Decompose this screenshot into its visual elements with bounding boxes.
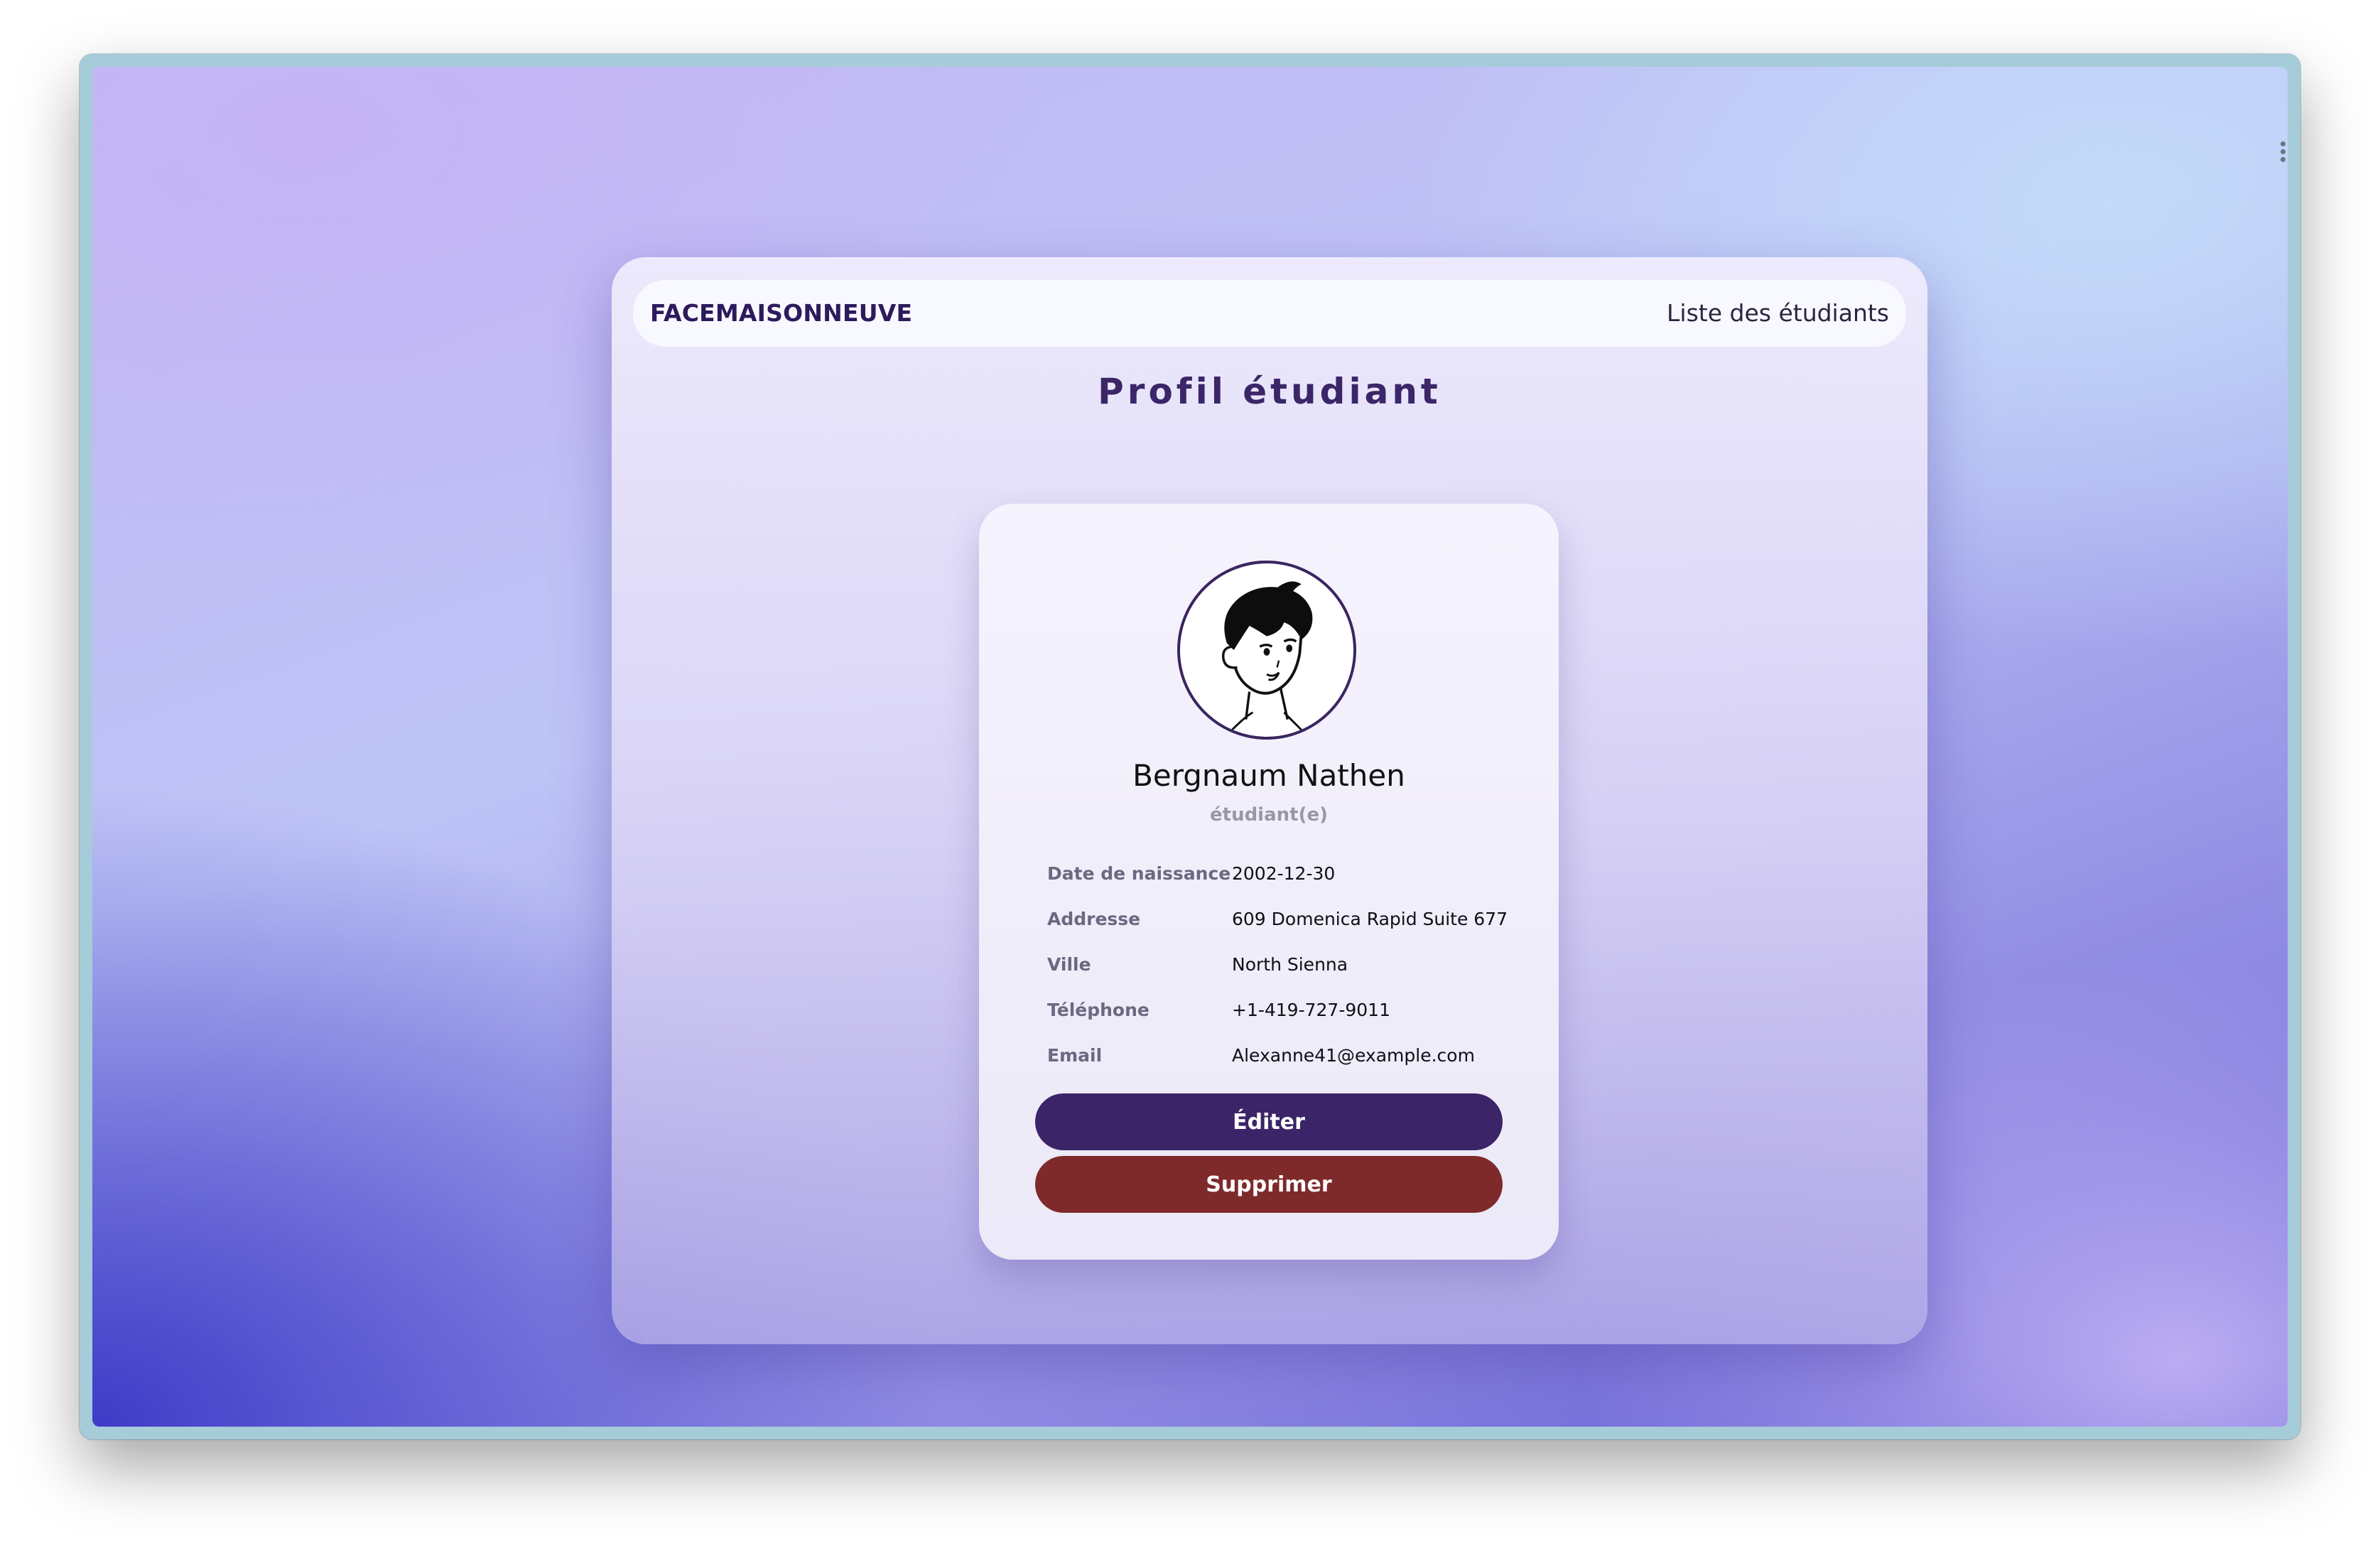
page-viewport: FACEMAISONNEUVE Liste des étudiants Prof… xyxy=(92,67,2288,1427)
profile-card: Bergnaum Nathen étudiant(e) Date de nais… xyxy=(979,504,1559,1260)
edit-button[interactable]: Éditer xyxy=(1035,1093,1503,1150)
browser-window: FACEMAISONNEUVE Liste des étudiants Prof… xyxy=(80,54,2300,1439)
info-label: Téléphone xyxy=(1047,999,1150,1020)
info-row-address: Addresse 609 Domenica Rapid Suite 677 xyxy=(1047,896,1516,941)
info-row-email: Email Alexanne41@example.com xyxy=(1047,1032,1516,1078)
info-value: Alexanne41@example.com xyxy=(1232,1044,1475,1066)
brand-logo[interactable]: FACEMAISONNEUVE xyxy=(650,280,912,347)
page-title: Profil étudiant xyxy=(1098,371,1441,412)
navbar: FACEMAISONNEUVE Liste des étudiants xyxy=(633,280,1906,347)
cartoon-avatar-icon xyxy=(1221,581,1313,731)
info-value: +1-419-727-9011 xyxy=(1232,999,1390,1020)
profile-info-list: Date de naissance 2002-12-30 Addresse 60… xyxy=(1047,850,1516,1078)
student-role: étudiant(e) xyxy=(1210,804,1328,826)
info-value: 2002-12-30 xyxy=(1232,863,1336,884)
delete-button[interactable]: Supprimer xyxy=(1035,1156,1503,1213)
student-name: Bergnaum Nathen xyxy=(1132,758,1405,793)
more-options-icon[interactable] xyxy=(2279,141,2286,165)
info-row-city: Ville North Sienna xyxy=(1047,941,1516,987)
info-label: Ville xyxy=(1047,953,1091,975)
info-row-birthdate: Date de naissance 2002-12-30 xyxy=(1047,850,1516,896)
app-container: FACEMAISONNEUVE Liste des étudiants Prof… xyxy=(612,257,1927,1344)
info-row-phone: Téléphone +1-419-727-9011 xyxy=(1047,987,1516,1032)
info-label: Date de naissance xyxy=(1047,863,1231,884)
info-label: Email xyxy=(1047,1044,1103,1066)
nav-link-student-list[interactable]: Liste des étudiants xyxy=(1667,280,1889,347)
avatar xyxy=(1177,561,1356,740)
info-value: North Sienna xyxy=(1232,953,1348,975)
info-value: 609 Domenica Rapid Suite 677 xyxy=(1232,908,1508,929)
info-label: Addresse xyxy=(1047,908,1141,929)
